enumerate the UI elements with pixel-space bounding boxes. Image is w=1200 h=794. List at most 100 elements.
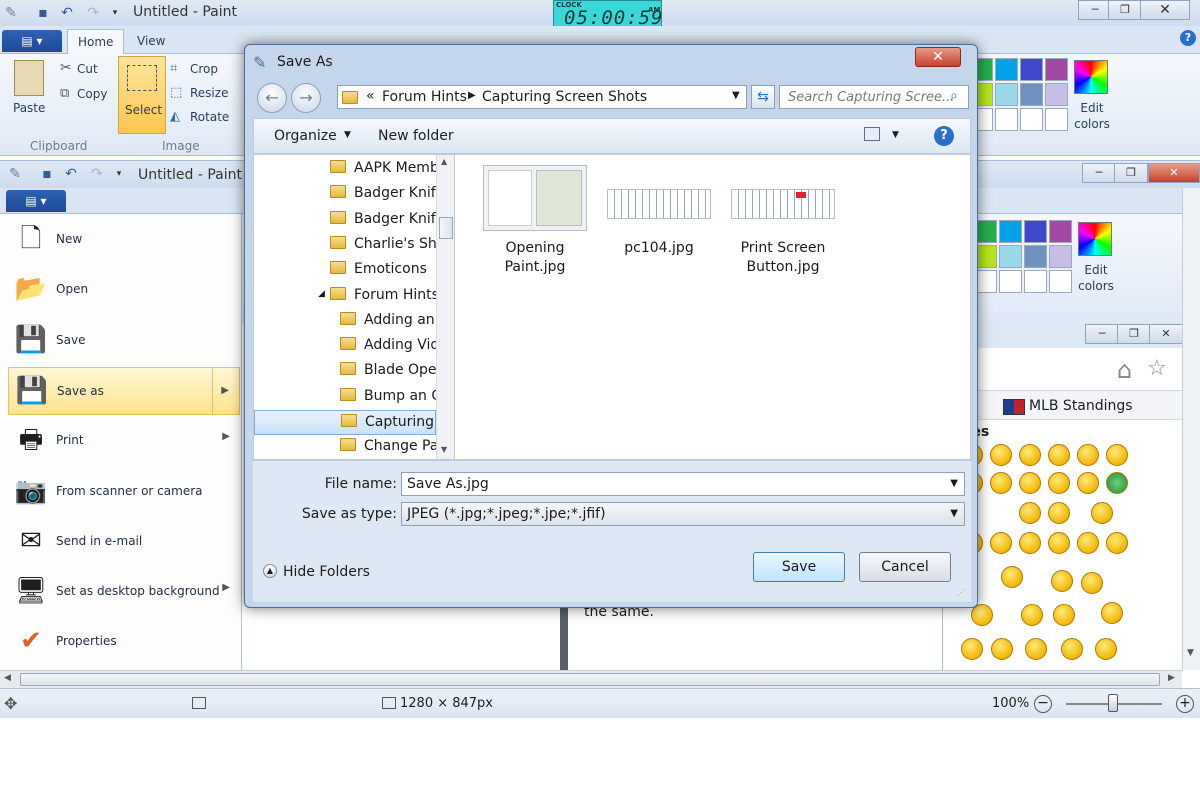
color-swatch[interactable] — [999, 220, 1022, 243]
edit-colors-button[interactable]: Edit colors — [1072, 100, 1112, 132]
file-menu-item-set-as-desktop-background[interactable]: 🖥 Set as desktop background ▶ — [8, 568, 240, 616]
color-swatch[interactable] — [995, 108, 1018, 131]
zoom-out-icon[interactable]: − — [1034, 695, 1052, 713]
organize-button[interactable]: Organize — [274, 128, 337, 144]
tab-home[interactable]: Home — [67, 29, 125, 54]
emoticon-icon[interactable] — [991, 638, 1013, 660]
undo-icon[interactable]: ↶ — [62, 165, 80, 183]
file-item[interactable]: Print Screen Button.jpg — [723, 165, 843, 285]
emoticon-icon[interactable] — [961, 638, 983, 660]
emoticon-icon[interactable] — [1077, 532, 1099, 554]
file-name-input[interactable]: Save As.jpg ▼ — [401, 472, 965, 496]
color-swatch[interactable] — [999, 245, 1022, 268]
quick-save-icon[interactable]: ▪ — [38, 165, 56, 183]
file-menu-item-new[interactable]: 🗋 New — [8, 216, 240, 264]
submenu-arrow-icon[interactable]: ▶ — [212, 367, 229, 414]
redo-icon[interactable]: ↷ — [84, 4, 102, 22]
close-window-button[interactable]: ✕ — [1140, 0, 1190, 20]
emoticon-icon[interactable] — [1048, 502, 1070, 524]
file-name-dropdown-icon[interactable]: ▼ — [950, 473, 958, 495]
breadcrumb-capturing-screen-shots[interactable]: Capturing Screen Shots — [482, 89, 647, 105]
hide-folders-button[interactable]: Hide Folders — [283, 564, 370, 580]
select-button[interactable]: Select — [118, 56, 166, 134]
second-close-button[interactable]: ✕ — [1148, 163, 1200, 183]
maximize-button[interactable]: ❐ — [1108, 0, 1142, 20]
nav-folder-item[interactable]: Capturing S — [254, 410, 436, 435]
cut-button[interactable]: Cut — [77, 62, 98, 76]
save-as-type-select[interactable]: JPEG (*.jpg;*.jpeg;*.jpe;*.jfif) ▼ — [401, 502, 965, 526]
nav-folder-item[interactable]: Badger Knife — [254, 182, 436, 207]
scroll-right-arrow-icon[interactable]: ▶ — [1168, 673, 1175, 683]
color-swatch[interactable] — [1020, 108, 1043, 131]
emoticon-icon[interactable] — [1001, 566, 1023, 588]
paint-menu-button[interactable]: ▤ ▾ — [2, 30, 62, 52]
minimize-button[interactable]: ─ — [1078, 0, 1112, 20]
undo-icon[interactable]: ↶ — [58, 4, 76, 22]
emoticon-icon[interactable] — [1077, 472, 1099, 494]
view-options-icon[interactable] — [864, 127, 880, 141]
favorites-star-icon[interactable]: ☆ — [1147, 356, 1167, 381]
color-swatch[interactable] — [1024, 220, 1047, 243]
breadcrumb-overflow[interactable]: « — [366, 88, 375, 104]
dialog-close-button[interactable]: ✕ — [915, 47, 961, 67]
file-menu-item-save-as[interactable]: 💾 Save as ▶ — [8, 366, 240, 415]
color-swatch[interactable] — [1020, 58, 1043, 81]
help-icon[interactable]: ? — [1180, 30, 1196, 46]
color-swatch[interactable] — [999, 270, 1022, 293]
horizontal-scrollbar[interactable]: ◀ ▶ — [0, 670, 1182, 688]
second-edit-colors-button[interactable]: Edit colors — [1076, 262, 1116, 294]
color-swatch[interactable] — [995, 58, 1018, 81]
search-box[interactable]: Search Capturing Scree... ⌕ — [779, 85, 969, 109]
home-icon[interactable]: ⌂ — [1117, 356, 1132, 384]
emoticon-icon[interactable] — [1061, 638, 1083, 660]
new-folder-button[interactable]: New folder — [378, 128, 454, 144]
quick-access-dropdown-icon[interactable]: ▾ — [110, 165, 128, 183]
dialog-help-icon[interactable]: ? — [934, 126, 954, 146]
scroll-left-arrow-icon[interactable]: ◀ — [4, 673, 11, 683]
browser-maximize-button[interactable]: ❐ — [1117, 324, 1151, 344]
second-maximize-button[interactable]: ❐ — [1114, 163, 1148, 183]
nav-scrollbar[interactable]: ▲ ▼ — [436, 155, 454, 459]
nav-folder-item[interactable]: Emoticons — [254, 258, 436, 283]
organize-dropdown-icon[interactable]: ▼ — [344, 130, 351, 140]
submenu-arrow-icon[interactable]: ▶ — [222, 431, 230, 442]
mlb-standings-link[interactable]: MLB Standings — [1029, 398, 1133, 414]
nav-folder-item[interactable]: Adding Vid — [254, 334, 436, 359]
emoticon-icon[interactable] — [990, 532, 1012, 554]
nav-folder-item[interactable]: Bump an O — [254, 385, 436, 410]
emoticon-icon[interactable] — [1048, 444, 1070, 466]
nav-folder-item[interactable]: Blade Oper — [254, 359, 436, 384]
zoom-slider-thumb[interactable] — [1108, 694, 1118, 712]
view-dropdown-icon[interactable]: ▼ — [892, 130, 899, 140]
back-button[interactable]: ← — [257, 83, 287, 113]
emoticon-icon[interactable] — [990, 444, 1012, 466]
emoticon-icon[interactable] — [1048, 532, 1070, 554]
search-icon[interactable]: ⌕ — [950, 88, 958, 104]
emoticon-icon[interactable] — [1019, 472, 1041, 494]
submenu-arrow-icon[interactable]: ▶ — [222, 582, 230, 593]
resize-button[interactable]: Resize — [190, 86, 228, 100]
nav-folder-item[interactable]: Change Pas — [254, 435, 436, 459]
color-swatch[interactable] — [1024, 245, 1047, 268]
nav-scroll-up-icon[interactable]: ▲ — [441, 157, 447, 166]
emoticon-icon[interactable] — [1091, 502, 1113, 524]
color-swatch[interactable] — [1024, 270, 1047, 293]
nav-scroll-thumb[interactable] — [439, 217, 453, 239]
breadcrumb-separator-icon[interactable]: ▶ — [468, 90, 476, 101]
emoticon-icon[interactable] — [1101, 602, 1123, 624]
emoticon-icon[interactable] — [1019, 502, 1041, 524]
emoticon-icon[interactable] — [1019, 532, 1041, 554]
address-bar[interactable]: « Forum Hints ▶ Capturing Screen Shots ▼ — [337, 85, 747, 109]
hide-folders-chevron-icon[interactable]: ▲ — [263, 564, 277, 578]
color-swatch[interactable] — [1049, 270, 1072, 293]
forward-button[interactable]: → — [291, 83, 321, 113]
rotate-button[interactable]: Rotate — [190, 110, 229, 124]
save-button[interactable]: Save — [753, 552, 845, 582]
emoticon-icon[interactable] — [1025, 638, 1047, 660]
color-swatch[interactable] — [995, 83, 1018, 106]
redo-icon[interactable]: ↷ — [88, 165, 106, 183]
color-swatch[interactable] — [1020, 83, 1043, 106]
paste-icon[interactable] — [14, 60, 44, 96]
color-swatch[interactable] — [1045, 83, 1068, 106]
file-menu-item-send-in-e-mail[interactable]: ✉ Send in e-mail — [8, 518, 240, 566]
